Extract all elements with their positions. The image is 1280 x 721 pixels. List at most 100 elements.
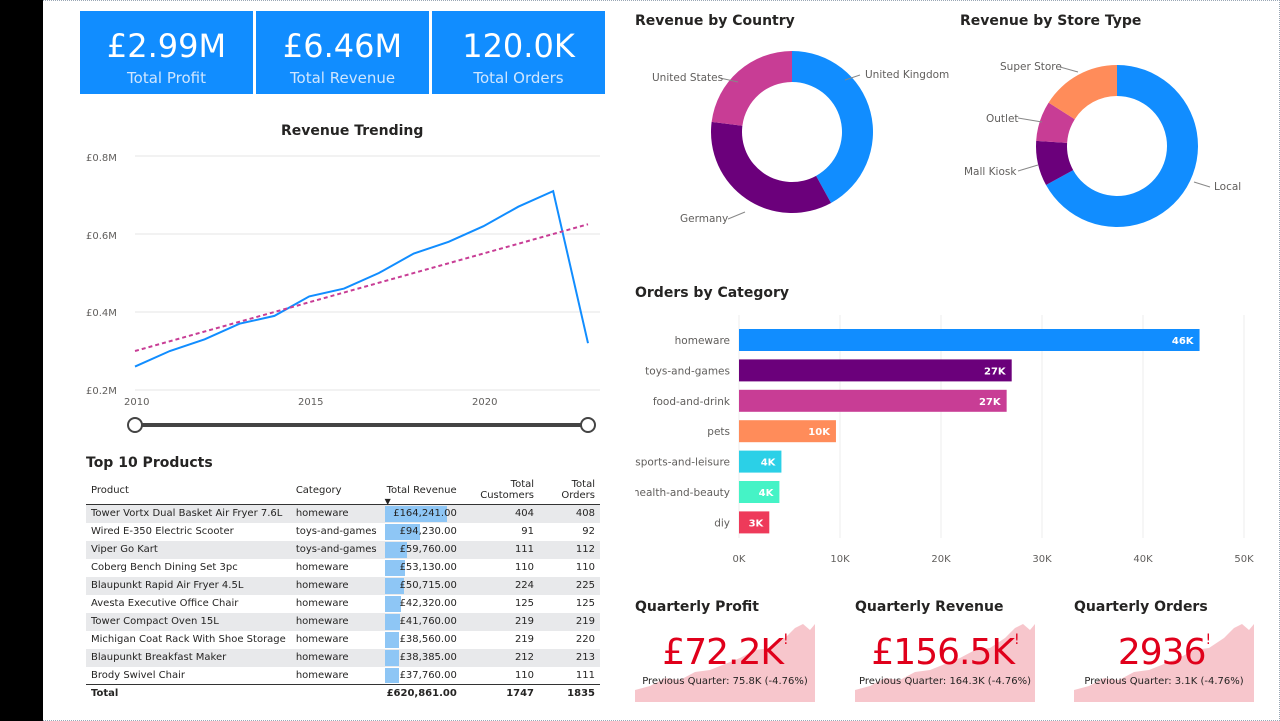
table-header-row: Product Category Total Revenue ▼ Total Cu…: [86, 476, 600, 506]
cell-product: Michigan Coat Rack With Shoe Storage: [91, 634, 286, 645]
bars: homeware 46K toys-and-games 27K food-and-dri…: [635, 329, 1200, 534]
revenue-value: £41,760.00: [399, 616, 457, 627]
country-slice-germany[interactable]: [711, 121, 832, 213]
revenue-data-bar: [384, 595, 401, 612]
x-tick-label: 10K: [830, 554, 850, 565]
cell-total-customers: 91: [521, 526, 535, 537]
bar-toys-and-games[interactable]: [739, 359, 1012, 382]
cell-total-orders: 220: [575, 634, 595, 645]
slice-label-united-kingdom: United Kingdom: [865, 69, 949, 81]
cell-total-customers: 212: [461, 648, 540, 667]
revenue-value: £164,241.00: [393, 508, 457, 520]
total-label: Total: [86, 684, 291, 703]
bar-data-label: 10K: [808, 427, 831, 438]
cell-product: Tower Compact Oven 15L: [86, 612, 291, 631]
orders-by-category-bar-chart[interactable]: 0K 10K 20K 30K 40K 50K homeware 46K toys-and-ga…: [635, 310, 1265, 570]
revenue-line: [134, 189, 589, 368]
col-header-category[interactable]: Category: [290, 476, 382, 505]
kpi-title: Quarterly Profit: [635, 599, 759, 615]
cell-total-orders: 408: [539, 504, 600, 523]
cell-total-customers: 219: [461, 612, 540, 631]
cell-total-customers: 224: [461, 576, 540, 595]
cell-product: Blaupunkt Breakfast Maker: [86, 648, 291, 667]
revenue-value: £59,760.00: [399, 544, 457, 555]
table-row[interactable]: Coberg Bench Dining Set 3pc homeware £53,1…: [86, 559, 600, 577]
col-header-total-orders[interactable]: Total Orders: [539, 476, 600, 505]
revenue-data-bar: [384, 631, 400, 648]
table-row[interactable]: Brody Swivel Chair homeware £37,760.00 110 1…: [86, 667, 600, 685]
cell-category: homeware: [290, 576, 382, 595]
cell-total-revenue: £37,760.00: [382, 667, 462, 685]
table-row[interactable]: Tower Vortx Dual Basket Air Fryer 7.6L ho…: [86, 504, 600, 523]
cell-product: Avesta Executive Office Chair: [91, 598, 239, 609]
card-label: Total Profit: [127, 69, 206, 87]
revenue-value: £37,760.00: [399, 669, 457, 681]
slider-handle-end[interactable]: [580, 417, 596, 433]
y-tick-label: £0.2M: [86, 386, 117, 397]
cell-total-revenue: £164,241.00: [381, 504, 462, 523]
bar-homeware[interactable]: [739, 329, 1200, 351]
table-row[interactable]: Avesta Executive Office Chair homeware £42…: [86, 595, 600, 613]
y-tick-label: £0.8M: [86, 153, 117, 164]
bar-data-label: 4K: [761, 458, 777, 469]
col-header-label: Total Revenue: [386, 484, 457, 496]
country-slice-united-states[interactable]: [711, 51, 792, 126]
col-header-total-customers[interactable]: Total Customers: [461, 476, 540, 505]
warning-exclamation-icon: !: [783, 632, 789, 648]
col-header-product[interactable]: Product: [86, 476, 291, 505]
cell-category: homeware: [290, 612, 382, 631]
table-row[interactable]: Michigan Coat Rack With Shoe Storage home…: [86, 631, 600, 649]
kpi-value: £156.5K!: [855, 632, 1035, 673]
cell-category: homeware: [295, 562, 349, 573]
table-row[interactable]: Blaupunkt Breakfast Maker homeware £38,385…: [86, 648, 600, 667]
category-label: toys-and-games: [645, 365, 730, 377]
card-total-revenue: £6.46M Total Revenue: [256, 11, 429, 94]
slider-handle-start[interactable]: [127, 417, 143, 433]
cell-product: Blaupunkt Rapid Air Fryer 4.5L: [86, 576, 291, 595]
table-total-row: Total £620,861.00 1747 1835: [86, 684, 600, 703]
col-header-total-revenue[interactable]: Total Revenue ▼: [381, 476, 462, 506]
kpi-value-text: £156.5K: [871, 632, 1015, 673]
cell-total-revenue: £59,760.00: [381, 540, 462, 559]
cell-category: toys-and-games: [295, 526, 377, 537]
cell-total-orders: 92: [582, 526, 595, 537]
cell-total-revenue: £53,130.00: [382, 559, 462, 577]
leader-line: [1193, 181, 1211, 188]
slice-label-united-states: United States: [652, 72, 723, 84]
trend-gridlines: [135, 155, 600, 391]
cell-category: homeware: [295, 634, 349, 645]
category-label: homeware: [675, 335, 730, 347]
card-value: £2.99M: [106, 27, 227, 65]
table-row[interactable]: Viper Go Kart toys-and-games £59,760.00 111…: [86, 540, 600, 559]
cell-total-customers: 110: [514, 562, 535, 573]
table-row[interactable]: Tower Compact Oven 15L homeware £41,760.00…: [86, 612, 600, 631]
table-row[interactable]: Wired E-350 Electric Scooter toys-and-gam…: [86, 523, 600, 541]
revenue-value: £42,320.00: [399, 598, 457, 609]
country-slice-united-kingdom[interactable]: [792, 51, 873, 203]
kpi-value-text: 2936: [1117, 632, 1207, 673]
cell-total-customers: 111: [461, 540, 540, 559]
cell-total-orders: 225: [539, 576, 600, 595]
cell-total-customers: 404: [461, 504, 540, 523]
cell-product: Coberg Bench Dining Set 3pc: [91, 562, 238, 573]
cell-total-revenue: £94,230.00: [382, 523, 462, 541]
category-label: food-and-drink: [653, 396, 731, 408]
bar-food-and-drink[interactable]: [739, 389, 1007, 412]
x-tick-label: 30K: [1032, 554, 1052, 565]
revenue-trending-chart[interactable]: £0.8M £0.6M £0.4M £0.2M 2010 2015 2020: [80, 145, 610, 440]
table-row[interactable]: Blaupunkt Rapid Air Fryer 4.5L homeware £5…: [86, 576, 600, 595]
revenue-by-country-donut[interactable]: United Kingdom United States Germany: [635, 40, 955, 240]
cell-total-orders: 219: [539, 612, 600, 631]
card-value: 120.0K: [462, 27, 575, 65]
x-tick-label: 0K: [733, 554, 746, 565]
cell-product: Tower Vortx Dual Basket Air Fryer 7.6L: [86, 504, 291, 523]
slice-label-super-store: Super Store: [1000, 61, 1062, 73]
total-empty: [290, 684, 382, 703]
leader-line: [1059, 66, 1079, 73]
donut-slices: [1036, 65, 1198, 228]
cell-total-revenue: £38,385.00: [381, 648, 462, 667]
revenue-by-store-type-donut[interactable]: Super Store Outlet Mall Kiosk Local: [960, 40, 1270, 240]
leader-line: [1017, 117, 1043, 123]
revenue-data-bar: [384, 649, 400, 666]
cell-total-orders: 125: [575, 598, 595, 609]
